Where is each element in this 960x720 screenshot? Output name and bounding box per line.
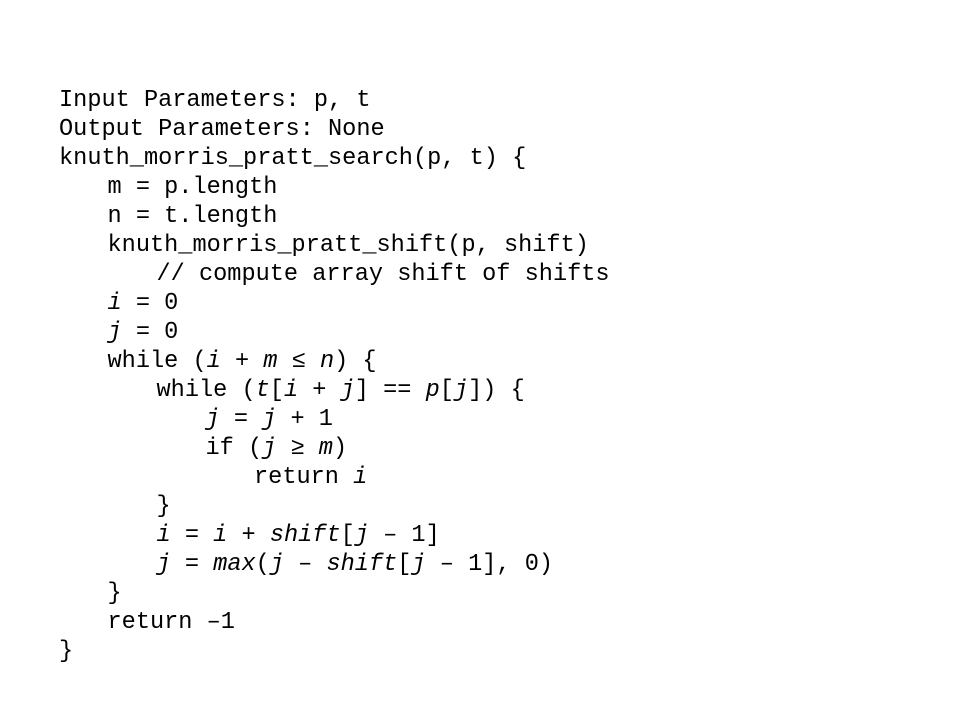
code-variable: i [107,290,122,317]
code-variable: m [318,435,333,462]
code-line: j = max(j – shift[j – 1], 0) [59,550,610,579]
code-text: = [170,522,214,549]
code-text: ) { [334,348,377,375]
code-text: ≤ [277,348,320,375]
code-variable: j [262,406,277,433]
code-variable: j [156,551,171,578]
code-text: [ [439,377,454,404]
code-text: while ( [107,348,207,375]
pseudocode-block: Input Parameters: p, t Output Parameters:… [59,86,610,666]
code-line: if (j ≥ m) [59,434,610,463]
code-text: – [283,551,327,578]
code-text: + [298,377,341,404]
code-line: return –1 [59,608,610,637]
code-variable: j [411,551,426,578]
code-text: + [227,522,270,549]
code-variable: max [213,551,256,578]
code-line: } [59,492,610,521]
code-variable: n [319,348,335,375]
code-line: j = 0 [59,318,610,347]
code-text: Input Parameters: p, t [59,87,371,114]
code-text: ]) { [468,377,525,404]
code-line: n = t.length [59,202,610,231]
code-line: while (t[i + j] == p[j]) { [59,376,610,405]
code-variable: j [453,377,469,404]
code-text: while ( [156,377,256,404]
code-variable: j [269,551,284,578]
code-variable: shift [269,522,341,549]
code-text: if ( [205,435,263,462]
code-text: ] == [354,377,426,404]
code-text: n = t.length [107,203,278,230]
code-line: m = p.length [59,173,610,202]
code-line: } [59,579,610,608]
code-text: knuth_morris_pratt_shift(p, shift) [107,232,589,259]
code-variable: p [425,377,440,404]
code-text: return [254,464,354,491]
code-line: return i [59,463,610,492]
code-text: [ [269,377,284,404]
code-variable: t [255,377,270,404]
code-text: knuth_morris_pratt_search(p, t) { [59,145,527,172]
code-text: } [59,638,74,665]
code-variable: j [340,377,355,404]
code-text: + [220,348,264,375]
code-text: ( [255,551,270,578]
code-text: ) [332,435,348,462]
code-text: = [219,406,263,433]
code-variable: m [263,348,278,375]
code-variable: j [354,522,369,549]
code-variable: j [262,435,277,462]
code-variable: shift [326,551,398,578]
code-text: } [107,580,122,607]
code-variable: j [205,406,220,433]
code-text: [ [397,551,412,578]
code-line: knuth_morris_pratt_shift(p, shift) [59,231,610,260]
code-text: = 0 [121,290,179,317]
code-text: m = p.length [107,174,278,201]
code-text: + 1 [276,406,333,433]
code-text: – 1], 0) [425,551,554,578]
code-line: } [59,637,610,666]
code-line: // compute array shift of shifts [59,260,610,289]
code-line: i = i + shift[j – 1] [59,521,610,550]
code-text: ≥ [276,435,319,462]
code-variable: j [107,319,122,346]
code-line: Input Parameters: p, t [59,86,610,115]
code-variable: i [353,464,368,491]
code-line: i = 0 [59,289,610,318]
code-variable: i [283,377,299,404]
code-line: Output Parameters: None [59,115,610,144]
code-text: = 0 [121,319,179,346]
code-line: knuth_morris_pratt_search(p, t) { [59,144,610,173]
code-text: // compute array shift of shifts [156,261,610,288]
code-variable: i [156,522,171,549]
code-variable: i [206,348,221,375]
code-text: } [156,493,171,520]
code-text: – 1] [368,522,440,549]
code-text: Output Parameters: None [59,116,385,143]
code-text: [ [340,522,355,549]
code-line: j = j + 1 [59,405,610,434]
code-variable: i [213,522,228,549]
code-line: while (i + m ≤ n) { [59,347,610,376]
code-text: = [170,551,214,578]
code-text: return –1 [107,609,235,636]
